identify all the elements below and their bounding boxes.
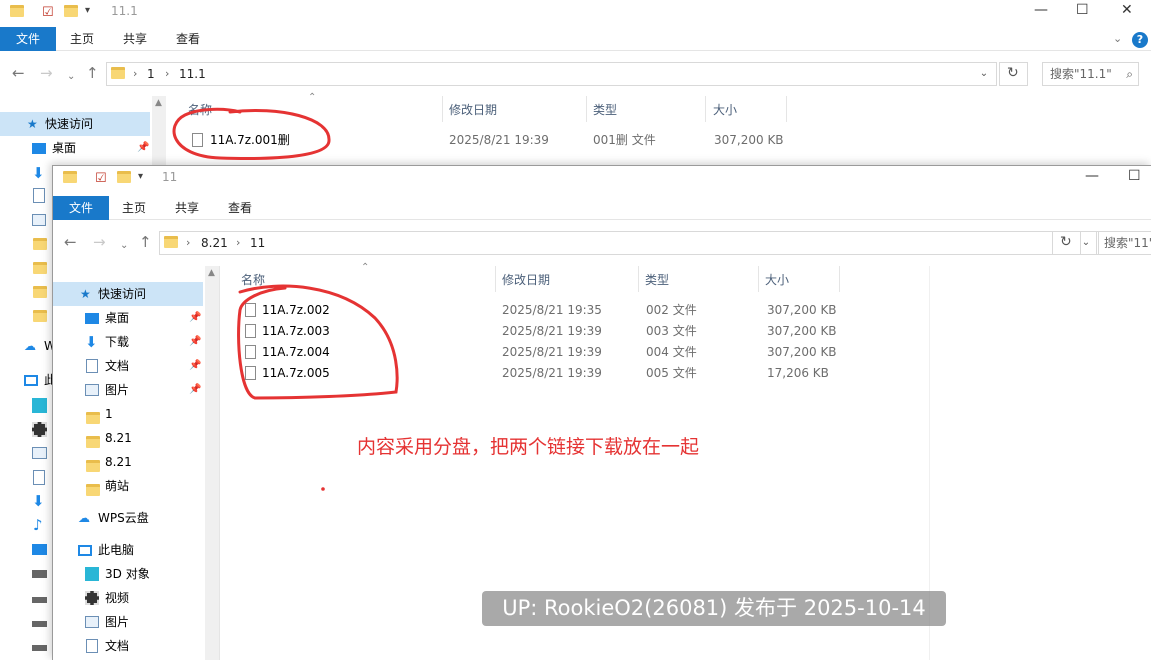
annotation-circle-front bbox=[237, 284, 399, 400]
annotation-dot bbox=[321, 487, 325, 491]
annotation-overlay bbox=[172, 107, 399, 491]
annotation-circle-back bbox=[172, 107, 331, 160]
uploader-watermark: UP: RookieO2(26081) 发布于 2025-10-14 bbox=[482, 591, 946, 626]
annotation-text: 内容采用分盘，把两个链接下载放在一起 bbox=[357, 436, 700, 458]
